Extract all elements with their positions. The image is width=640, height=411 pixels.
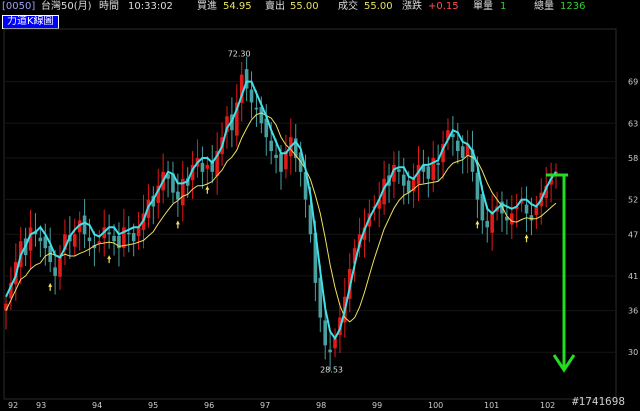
y-tick-41: 41 [628, 272, 638, 281]
candle-body [490, 213, 494, 233]
candle-body [274, 154, 278, 158]
candle-body [279, 153, 283, 172]
y-tick-63: 63 [628, 119, 638, 128]
x-tick-94: 94 [92, 401, 102, 410]
x-tick-100: 100 [428, 401, 443, 410]
x-tick-96: 96 [204, 401, 214, 410]
x-tick-98: 98 [316, 401, 326, 410]
signal-arrow [175, 220, 180, 229]
candle-body [107, 232, 111, 235]
moving-average-cyan [5, 80, 557, 341]
candle-body [82, 215, 87, 235]
candle-body [328, 349, 332, 353]
signal-arrow [475, 220, 480, 229]
watermark: #1741698 [572, 395, 625, 408]
candle-body [436, 163, 440, 165]
y-tick-58: 58 [628, 154, 638, 163]
y-tick-69: 69 [628, 78, 638, 87]
candle-body [112, 235, 116, 242]
low-label: 28.53 [320, 365, 343, 374]
kline-chart[interactable]: 69 63 58 52 47 41 36 30 92 93 94 95 96 97 98 99 100 101 1… [0, 0, 640, 411]
x-tick-102: 102 [540, 401, 555, 410]
candle-body [72, 234, 77, 247]
signal-arrow [107, 255, 112, 264]
x-axis-labels: 92 93 94 95 96 97 98 99 100 101 102 [8, 401, 555, 410]
candle-body [426, 166, 431, 179]
candle-body [200, 162, 205, 172]
green-arrow [546, 173, 576, 373]
moving-average-yellow [5, 112, 557, 323]
candle-body [136, 227, 141, 237]
candle-body [126, 232, 131, 235]
candle-body [485, 220, 490, 228]
candle-body [510, 213, 514, 225]
y-tick-30: 30 [628, 348, 638, 357]
candle-body [38, 237, 43, 242]
x-tick-97: 97 [260, 401, 270, 410]
candle-body [397, 169, 401, 172]
signal-arrow [205, 185, 210, 194]
x-tick-92: 92 [8, 401, 18, 410]
signal-arrow [48, 282, 53, 291]
candle-body [524, 204, 529, 214]
candle-body [53, 267, 57, 276]
candle-body [460, 146, 465, 158]
y-tick-36: 36 [628, 307, 638, 316]
x-tick-93: 93 [36, 401, 46, 410]
candle-body [249, 89, 254, 103]
y-axis-labels: 69 63 58 52 47 41 36 30 [628, 78, 638, 358]
x-tick-99: 99 [372, 401, 382, 410]
y-tick-52: 52 [628, 196, 638, 205]
candle-body [254, 107, 259, 110]
candle-body [269, 140, 273, 152]
candle-body [176, 191, 180, 200]
x-tick-95: 95 [148, 401, 158, 410]
candle-body [205, 164, 210, 169]
candle-body [406, 180, 411, 193]
high-label: 72.30 [228, 50, 251, 59]
y-tick-47: 47 [628, 230, 638, 239]
candle-body [323, 320, 327, 346]
candle-body [401, 174, 406, 186]
signal-arrow [524, 234, 529, 243]
candle-body [534, 206, 539, 215]
candle-body [131, 233, 136, 242]
candle-body [529, 215, 534, 221]
x-tick-101: 101 [484, 401, 499, 410]
candles [4, 56, 558, 371]
candle-body [87, 237, 92, 242]
candle-body [455, 140, 460, 152]
